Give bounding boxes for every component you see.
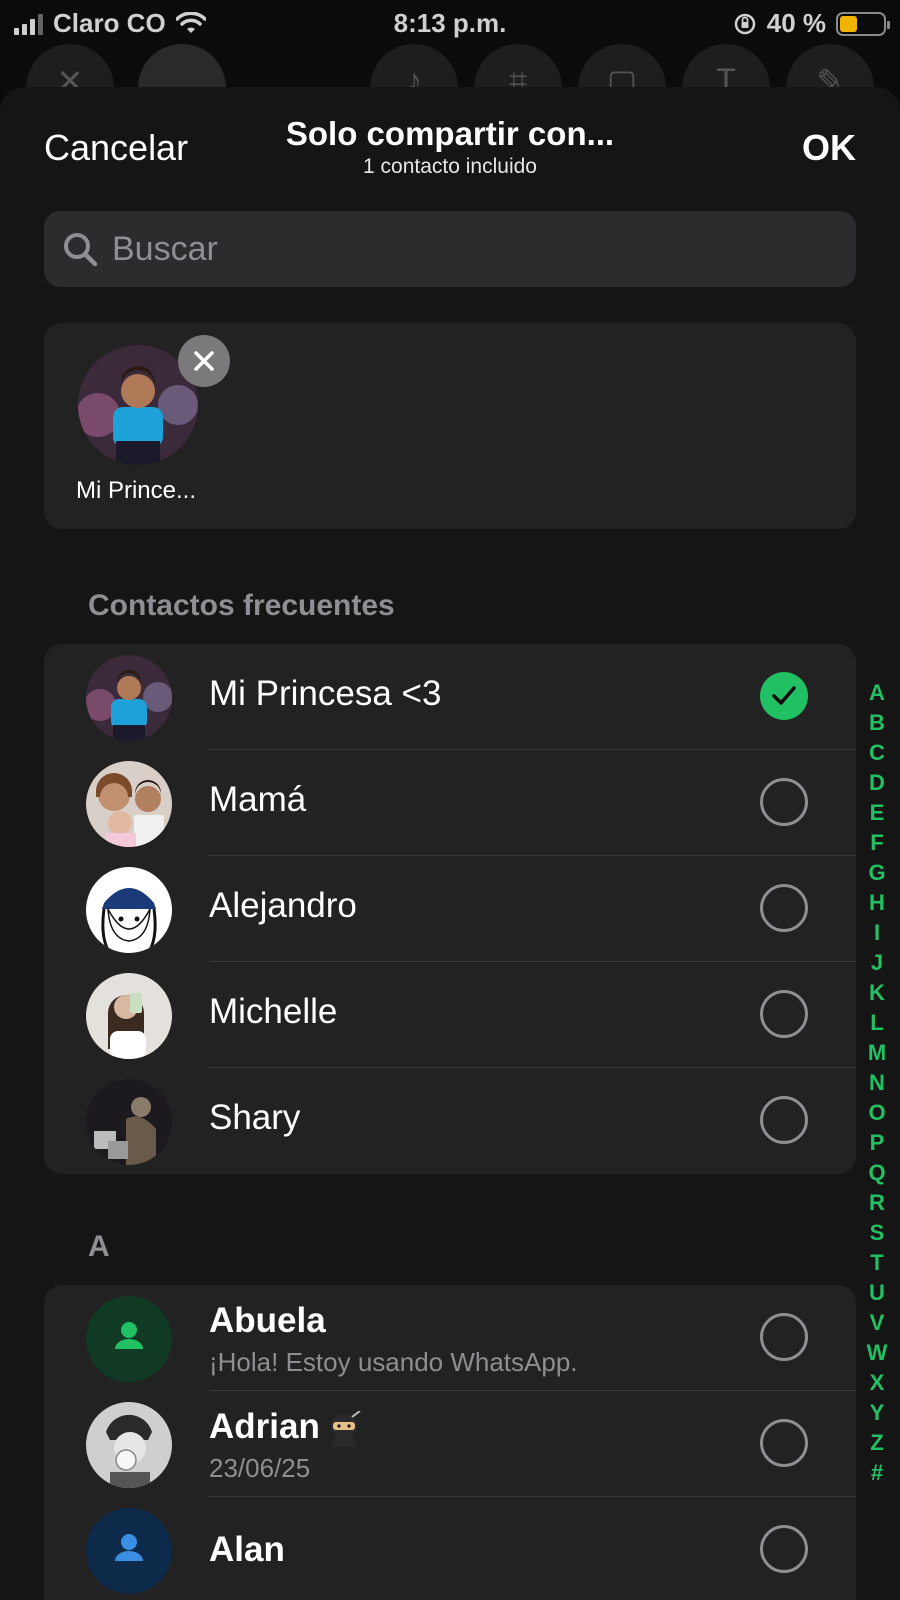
battery-percent: 40 % [766,8,826,38]
alphabet-index-letter[interactable]: U [869,1278,885,1308]
avatar [86,867,172,953]
avatar [86,1296,172,1382]
battery-icon [836,11,890,36]
selected-contacts-box: Mi Prince... [44,323,856,529]
contact-row[interactable]: Alejandro [44,856,856,962]
contacts-section-a: Abuela ¡Hola! Estoy usando WhatsApp. Adr… [44,1285,856,1600]
contact-name: Alejandro [209,886,357,925]
alphabet-index-letter[interactable]: N [869,1068,885,1098]
avatar [86,1079,172,1165]
alphabet-index-letter[interactable]: X [870,1368,885,1398]
alphabet-index-letter[interactable]: M [868,1038,886,1068]
sheet-title: Solo compartir con... [285,115,615,152]
alphabet-index-letter[interactable]: A [869,678,885,708]
alphabet-index-letter[interactable]: I [874,918,880,948]
selected-contact-name: Mi Prince... [75,477,197,504]
selection-checkbox[interactable] [760,990,808,1038]
alphabet-index-letter[interactable]: Q [868,1158,885,1188]
contact-row[interactable]: Abuela ¡Hola! Estoy usando WhatsApp. [44,1285,856,1391]
remove-selected-button[interactable] [178,335,230,387]
alphabet-index-letter[interactable]: L [870,1008,883,1038]
ninja-emoji-icon [330,1410,361,1447]
search-bar[interactable] [44,211,856,287]
alphabet-index-letter[interactable]: E [870,798,885,828]
share-sheet: Cancelar Solo compartir con... 1 contact… [0,87,900,1600]
alphabet-index-letter[interactable]: R [869,1188,885,1218]
battery-fill [840,15,857,32]
contact-name: Shary [209,1098,301,1137]
avatar [86,973,172,1059]
alphabet-index-letter[interactable]: B [869,708,885,738]
alphabet-index-letter[interactable]: C [869,738,885,768]
status-bar: Claro CO 8:13 p.m. 40 % [0,0,900,46]
avatar [86,1402,172,1488]
selection-checkbox[interactable] [760,1419,808,1467]
avatar [86,1508,172,1594]
frequent-contacts-list: Mi Princesa <3 Mamá Alejandro Michelle S… [44,644,856,1174]
alphabet-index-letter[interactable]: G [868,858,885,888]
orientation-lock-icon [734,13,755,34]
alphabet-index-letter[interactable]: # [871,1458,883,1488]
alphabet-index-letter[interactable]: S [870,1218,885,1248]
alphabet-index-letter[interactable]: W [867,1338,888,1368]
alphabet-index-letter[interactable]: F [870,828,883,858]
contact-status: ¡Hola! Estoy usando WhatsApp. [209,1347,578,1377]
avatar [86,761,172,847]
contact-row[interactable]: Alan [44,1497,856,1600]
alphabet-index-letter[interactable]: Y [870,1398,885,1428]
contact-status: 23/06/25 [209,1453,311,1483]
alphabet-index-letter[interactable]: V [870,1308,885,1338]
contact-row[interactable]: Shary [44,1068,856,1174]
contact-row[interactable]: Mi Princesa <3 [44,644,856,750]
contact-row[interactable]: Michelle [44,962,856,1068]
contact-name: Michelle [209,992,338,1031]
alphabet-index-letter[interactable]: D [869,768,885,798]
selection-checkbox[interactable] [760,1525,808,1573]
search-input[interactable] [112,229,812,269]
alphabet-index-letter[interactable]: Z [870,1428,883,1458]
frequent-contacts-header: Contactos frecuentes [88,589,395,622]
selection-checkbox[interactable] [760,1313,808,1361]
contact-row[interactable]: Mamá [44,750,856,856]
checkmark-icon [772,686,796,705]
sheet-subtitle: 1 contacto incluido [363,155,537,178]
avatar [86,655,172,741]
alphabet-index-letter[interactable]: O [868,1098,885,1128]
alphabet-index[interactable]: A B C D E F G H I J K L M N O P Q R S T U V W X Y Z # [862,678,892,1488]
person-icon [115,1534,143,1561]
selection-checkbox[interactable] [760,1096,808,1144]
contact-name: Mi Princesa <3 [209,674,442,713]
ok-button[interactable]: OK [802,127,856,169]
alphabet-index-letter[interactable]: T [870,1248,883,1278]
person-icon [115,1322,143,1349]
contact-name: Alan [209,1530,285,1569]
selection-checkbox[interactable] [760,778,808,826]
alphabet-index-letter[interactable]: J [871,948,883,978]
close-icon [194,351,214,371]
contact-name-text: Adrian [209,1407,320,1446]
selection-checkbox[interactable] [760,672,808,720]
section-header-a: A [88,1230,110,1263]
contact-name: Adrian [209,1407,362,1447]
alphabet-index-letter[interactable]: K [869,978,885,1008]
alphabet-index-letter[interactable]: H [869,888,885,918]
alphabet-index-letter[interactable]: P [870,1128,885,1158]
selection-checkbox[interactable] [760,884,808,932]
search-icon [64,233,98,267]
contact-row[interactable]: Adrian 23/06/25 [44,1391,856,1497]
status-bar-right: 40 % [733,8,890,39]
contact-name: Abuela [209,1301,326,1340]
contact-name: Mamá [209,780,307,819]
